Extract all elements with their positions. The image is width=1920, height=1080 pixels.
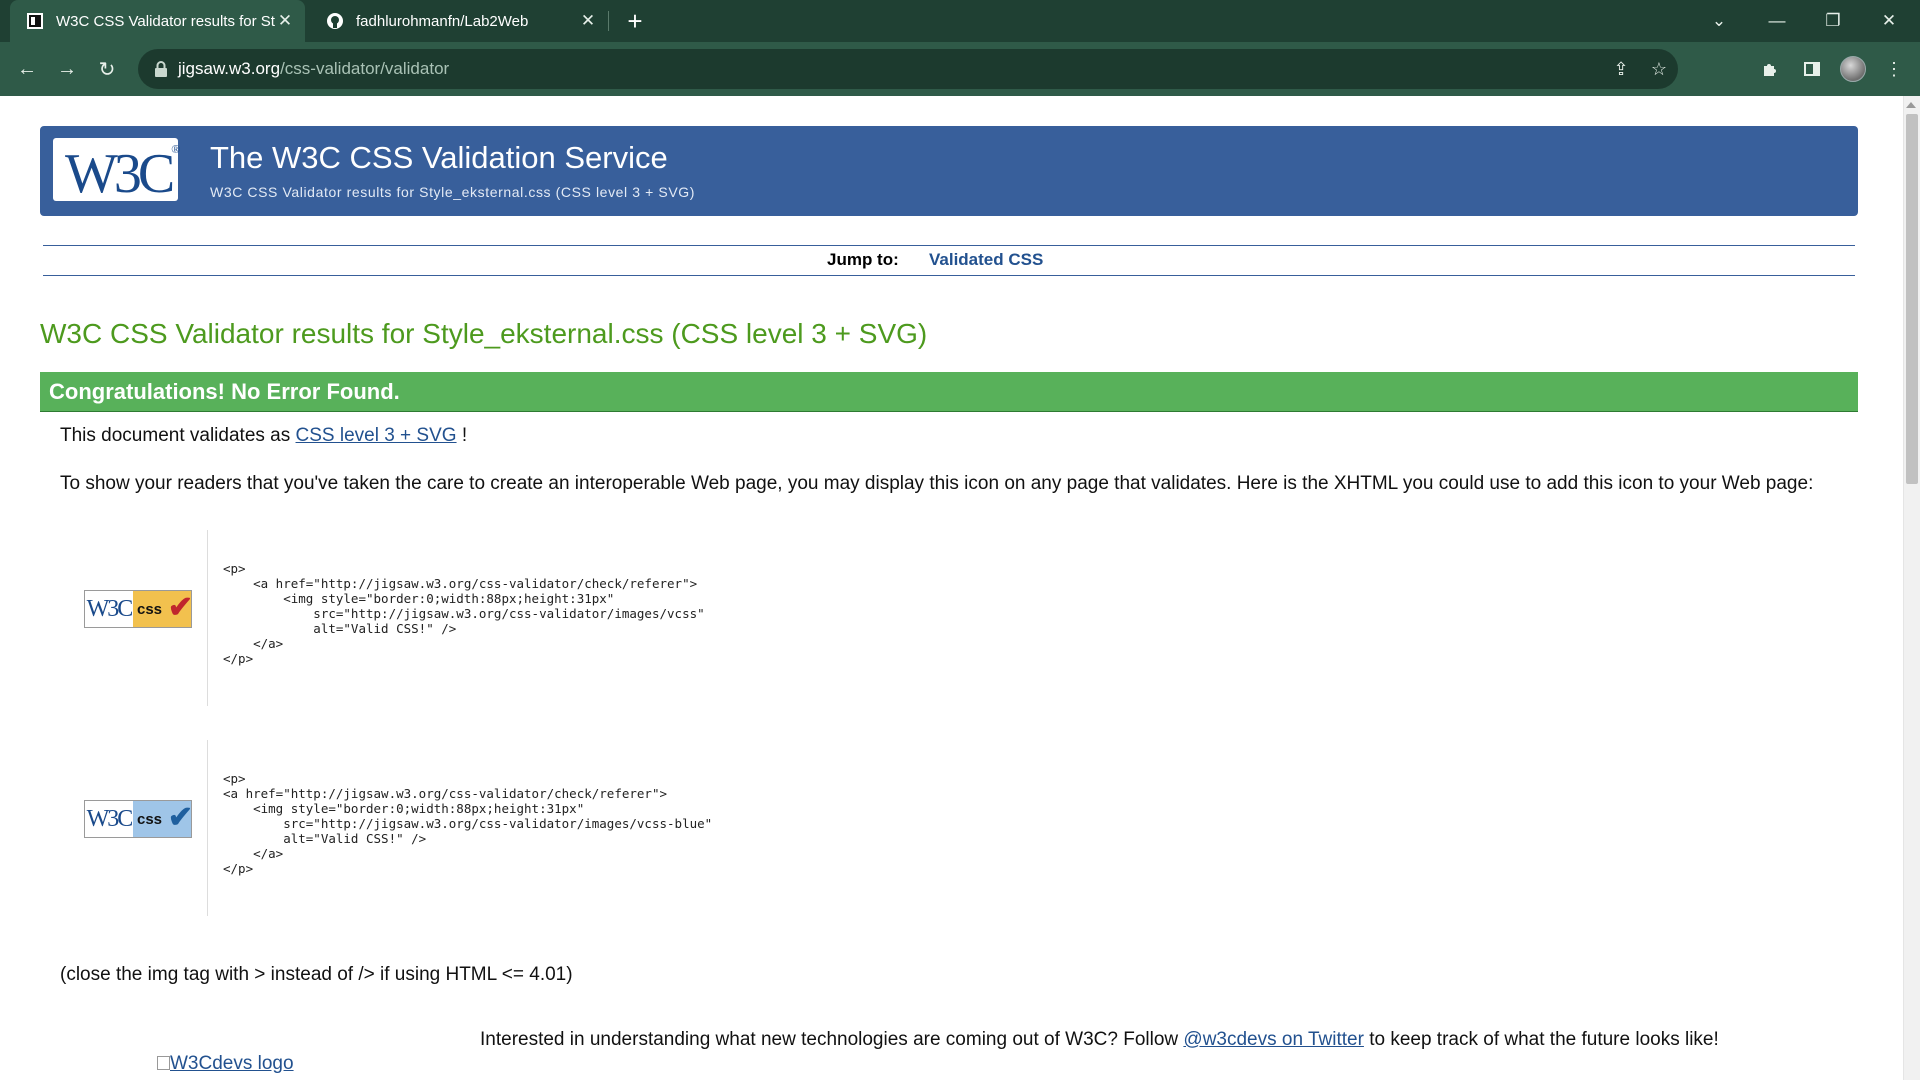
github-icon [326,12,344,30]
badge-code-snippet: <p> <a href="http://jigsaw.w3.org/css-va… [223,561,705,666]
tab-title: W3C CSS Validator results for Style_ekst… [56,12,275,30]
minimize-window-button[interactable]: — [1754,0,1800,42]
valid-css-badge-gold[interactable]: W3C css ✔ [72,590,206,630]
tab-strip: W3C CSS Validator results for Style_ekst… [0,0,1920,42]
forward-arrow-icon[interactable]: → [52,54,82,84]
page-subtitle: W3C CSS Validator results for Style_ekst… [210,184,696,200]
tab-github[interactable]: fadhlurohmanfn/Lab2Web ✕ [310,0,608,42]
code-divider [207,740,208,916]
w3cdevs-logo-alt[interactable]: W3Cdevs logo [170,1053,294,1074]
validated-css-link[interactable]: Validated CSS [929,250,1043,270]
badge-w3c-text: W3C [85,591,133,627]
w3c-favicon [26,12,44,30]
badge-w3c-text: W3C [85,801,133,837]
tab-divider [608,11,609,31]
w3cdevs-suffix: to keep track of what the future looks l… [1363,1029,1719,1050]
results-heading: W3C CSS Validator results for Style_ekst… [40,318,928,349]
badge-image: W3C css ✔ [84,590,193,628]
validates-prefix: This document validates as [60,425,296,446]
extensions-puzzle-icon[interactable] [1756,55,1784,83]
css-level-link[interactable]: CSS level 3 + SVG [296,425,457,446]
icon-instructions: To show your readers that you've taken t… [60,473,1814,494]
share-icon[interactable]: ⇪ [1610,58,1632,80]
w3cdevs-logo[interactable]: W3Cdevs logo [157,1053,294,1075]
valid-css-badge-blue[interactable]: W3C css ✔ [72,800,206,840]
url-host: jigsaw.w3.org [178,59,281,78]
validates-suffix: ! [456,425,468,446]
back-arrow-icon[interactable]: ← [12,54,42,84]
congratulations-banner: Congratulations! No Error Found. [40,372,1858,412]
tab-w3c-validator[interactable]: W3C CSS Validator results for Style_ekst… [10,0,305,42]
new-tab-button[interactable]: + [620,6,650,36]
badge-image: W3C css ✔ [84,800,193,838]
w3cdevs-text: Interested in understanding what new tec… [480,1029,1719,1051]
page-viewport: W3C® The W3C CSS Validation Service W3C … [0,96,1920,1080]
congratulations-text: Congratulations! No Error Found. [49,379,400,404]
header-banner: W3C® The W3C CSS Validation Service W3C … [40,126,1858,216]
more-menu-icon[interactable]: ⋮ [1880,55,1908,83]
url-text[interactable]: jigsaw.w3.org/css-validator/validator [178,59,449,79]
w3c-logo-text: W3C® [65,142,181,205]
close-window-button[interactable]: ✕ [1866,0,1912,42]
checkmark-icon: ✔ [167,591,193,624]
profile-avatar[interactable] [1840,56,1866,82]
url-path: /css-validator/validator [280,59,450,78]
close-tag-note: (close the img tag with > instead of /> … [60,964,573,985]
tab-search-chevron-icon[interactable]: ⌄ [1696,0,1742,42]
validates-text: This document validates as CSS level 3 +… [60,425,467,447]
lock-icon[interactable] [152,60,170,78]
bookmark-star-icon[interactable]: ☆ [1648,58,1670,80]
restore-window-button[interactable]: ❐ [1810,0,1856,42]
checkmark-icon: ✔ [167,801,193,834]
w3cdevs-twitter-link[interactable]: @w3cdevs on Twitter [1183,1029,1364,1050]
jump-to-label: Jump to: [827,250,899,269]
badge-code-snippet: <p> <a href="http://jigsaw.w3.org/css-va… [223,771,713,876]
scroll-up-arrow-icon[interactable] [1906,102,1916,108]
jump-to-bar: Jump to: Validated CSS [43,245,1855,276]
tab-title: fadhlurohmanfn/Lab2Web [356,12,529,30]
browser-toolbar: ← → ↻ jigsaw.w3.org/css-validator/valida… [0,42,1920,96]
address-bar[interactable]: jigsaw.w3.org/css-validator/validator ⇪ … [138,49,1678,89]
side-panel-icon[interactable] [1798,55,1826,83]
page-title: The W3C CSS Validation Service [210,140,668,175]
w3cdevs-prefix: Interested in understanding what new tec… [480,1029,1184,1050]
close-tab-icon[interactable]: ✕ [275,11,295,31]
scrollbar-thumb[interactable] [1906,114,1918,484]
broken-image-icon [157,1056,170,1070]
reload-icon[interactable]: ↻ [92,54,122,84]
vertical-scrollbar[interactable] [1903,96,1920,1080]
w3c-logo[interactable]: W3C® [53,138,180,205]
code-divider [207,530,208,706]
close-tab-icon[interactable]: ✕ [578,11,598,31]
